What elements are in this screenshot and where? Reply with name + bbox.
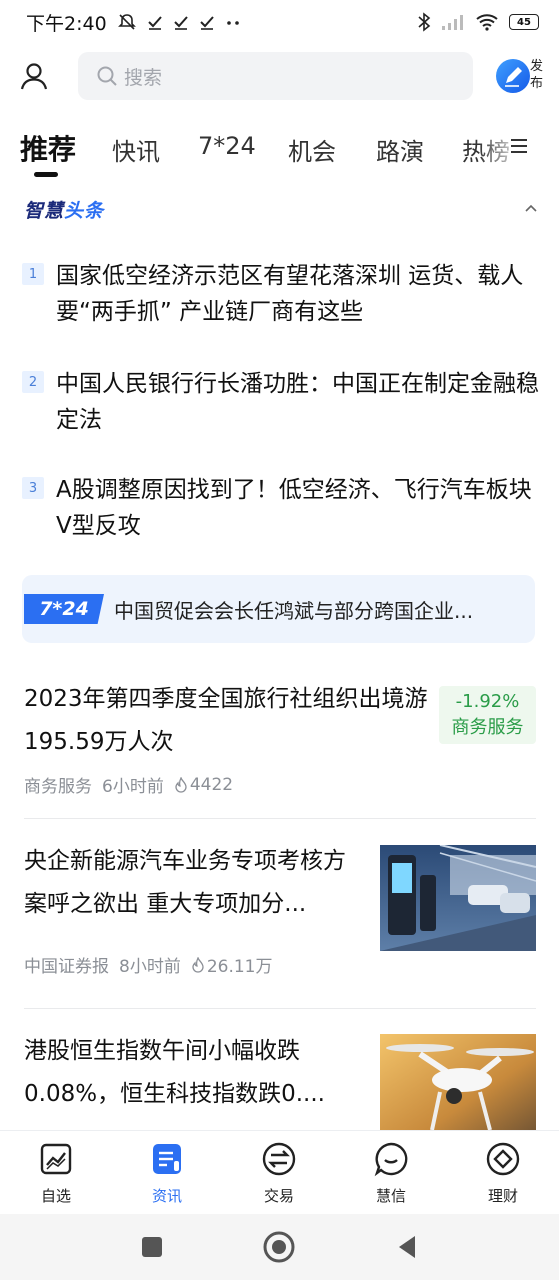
headline-text: A股调整原因找到了！低空经济、飞行汽车板块V型反攻 bbox=[56, 477, 532, 539]
publish-button[interactable]: 发布 bbox=[496, 56, 556, 96]
check-icon bbox=[173, 16, 188, 30]
ev-charging-thumbnail bbox=[380, 845, 536, 951]
rank-badge: 1 bbox=[22, 263, 44, 285]
tab-opportunity[interactable]: 机会 bbox=[288, 132, 336, 167]
finance-icon bbox=[486, 1142, 520, 1176]
tab-7x24[interactable]: 7*24 bbox=[198, 132, 256, 160]
flame-icon bbox=[175, 776, 187, 793]
menu-icon[interactable] bbox=[509, 136, 529, 156]
system-navigation-bar bbox=[0, 1214, 559, 1280]
chat-icon bbox=[374, 1142, 408, 1177]
search-input[interactable]: 搜索 bbox=[78, 52, 473, 100]
nav-message[interactable]: 慧信 bbox=[351, 1141, 431, 1206]
back-triangle-icon[interactable] bbox=[390, 1230, 424, 1264]
article-source: 中国证券报 bbox=[24, 957, 109, 977]
flame-icon bbox=[192, 956, 204, 973]
smart-headlines-header: 智慧头条 bbox=[24, 196, 539, 224]
check-icon bbox=[147, 16, 162, 30]
nav-label: 自选 bbox=[40, 1187, 71, 1205]
check-icon bbox=[199, 16, 214, 30]
7x24-badge: 7*24 bbox=[24, 594, 104, 624]
article-title: 央企新能源汽车业务专项考核方案呼之欲出 重大专项加分... bbox=[24, 848, 346, 917]
article-meta: 中国证券报 8小时前 26.11万 bbox=[24, 952, 536, 977]
headline-item[interactable]: 2 中国人民银行行长潘功胜：中国正在制定金融稳定法 bbox=[22, 366, 542, 438]
status-bar: 下午2:40 45 bbox=[0, 0, 559, 44]
nav-news[interactable]: 资讯 bbox=[127, 1141, 207, 1206]
news-article[interactable]: 央企新能源汽车业务专项考核方案呼之欲出 重大专项加分... 中国证券报 8小时前… bbox=[24, 840, 536, 990]
mute-bell-icon bbox=[117, 14, 136, 30]
drone-thumbnail bbox=[380, 1034, 536, 1130]
chart-icon bbox=[40, 1143, 72, 1175]
article-views: 26.11万 bbox=[206, 957, 273, 977]
article-views: 4422 bbox=[189, 774, 234, 795]
wifi-icon bbox=[476, 14, 498, 31]
nav-trade[interactable]: 交易 bbox=[239, 1141, 319, 1206]
article-meta: 商务服务 6小时前 4422 bbox=[24, 772, 536, 798]
tab-roadshow[interactable]: 路演 bbox=[376, 132, 424, 167]
rank-badge: 3 bbox=[22, 477, 44, 499]
signal-icon bbox=[442, 15, 463, 30]
tab-flash-news[interactable]: 快讯 bbox=[112, 132, 160, 167]
news-article[interactable]: 港股恒生指数午间小幅收跌0.08%，恒生科技指数跌0.... bbox=[24, 1030, 536, 1130]
status-time: 下午2:40 bbox=[26, 12, 107, 35]
search-icon bbox=[97, 66, 117, 86]
article-time: 6小时前 bbox=[102, 777, 164, 797]
nav-label: 交易 bbox=[263, 1187, 294, 1205]
rank-badge: 2 bbox=[22, 371, 44, 393]
top-header: 搜索 发布 bbox=[0, 50, 559, 102]
headline-item[interactable]: 3 A股调整原因找到了！低空经济、飞行汽车板块V型反攻 bbox=[22, 472, 542, 544]
headline-text: 中国人民银行行长潘功胜：中国正在制定金融稳定法 bbox=[56, 371, 539, 433]
banner-text: 中国贸促会会长任鸿斌与部分跨国企业... bbox=[114, 598, 474, 623]
article-source: 商务服务 bbox=[24, 777, 92, 797]
live-news-banner[interactable]: 7*24 中国贸促会会长任鸿斌与部分跨国企业... bbox=[22, 575, 535, 643]
exchange-icon bbox=[262, 1142, 296, 1176]
search-placeholder: 搜索 bbox=[124, 66, 163, 89]
nav-label: 资讯 bbox=[151, 1187, 182, 1205]
article-title: 2023年第四季度全国旅行社组织出境游195.59万人次 bbox=[24, 686, 428, 755]
stock-sector-tag[interactable]: -1.92% 商务服务 bbox=[439, 686, 536, 744]
tab-recommend[interactable]: 推荐 bbox=[20, 128, 76, 168]
divider bbox=[24, 1008, 536, 1009]
publish-label: 发布 bbox=[530, 59, 544, 91]
divider bbox=[24, 818, 536, 819]
section-title: 智慧头条 bbox=[24, 200, 105, 222]
nav-finance[interactable]: 理财 bbox=[463, 1141, 543, 1206]
headline-item[interactable]: 1 国家低空经济示范区有望花落深圳 运货、载人要“两手抓” 产业链厂商有这些 bbox=[22, 258, 542, 330]
article-time: 8小时前 bbox=[119, 957, 181, 977]
bottom-navigation: 自选 资讯 交易 慧信 理财 bbox=[0, 1130, 559, 1214]
nav-label: 理财 bbox=[487, 1187, 518, 1205]
home-circle-icon[interactable] bbox=[262, 1230, 296, 1264]
nav-label: 慧信 bbox=[375, 1187, 406, 1205]
news-article[interactable]: 2023年第四季度全国旅行社组织出境游195.59万人次 商务服务 6小时前 4… bbox=[24, 678, 536, 806]
headline-text: 国家低空经济示范区有望花落深圳 运货、载人要“两手抓” 产业链厂商有这些 bbox=[56, 263, 524, 325]
battery-icon: 45 bbox=[509, 14, 539, 30]
sector-name: 商务服务 bbox=[451, 717, 524, 738]
recents-square-icon[interactable] bbox=[135, 1230, 169, 1264]
nav-watchlist[interactable]: 自选 bbox=[16, 1141, 96, 1206]
user-icon[interactable] bbox=[18, 60, 50, 92]
active-tab-indicator bbox=[34, 172, 58, 177]
bluetooth-icon bbox=[418, 12, 431, 32]
article-title: 港股恒生指数午间小幅收跌0.08%，恒生科技指数跌0.... bbox=[24, 1038, 325, 1107]
chevron-up-icon[interactable] bbox=[523, 200, 539, 216]
news-icon bbox=[153, 1144, 181, 1174]
category-tabs: 推荐 快讯 7*24 机会 路演 热榜 bbox=[0, 118, 559, 180]
sector-change-percent: -1.92% bbox=[455, 691, 520, 712]
more-dots-icon bbox=[226, 21, 239, 25]
pen-icon bbox=[496, 59, 530, 93]
